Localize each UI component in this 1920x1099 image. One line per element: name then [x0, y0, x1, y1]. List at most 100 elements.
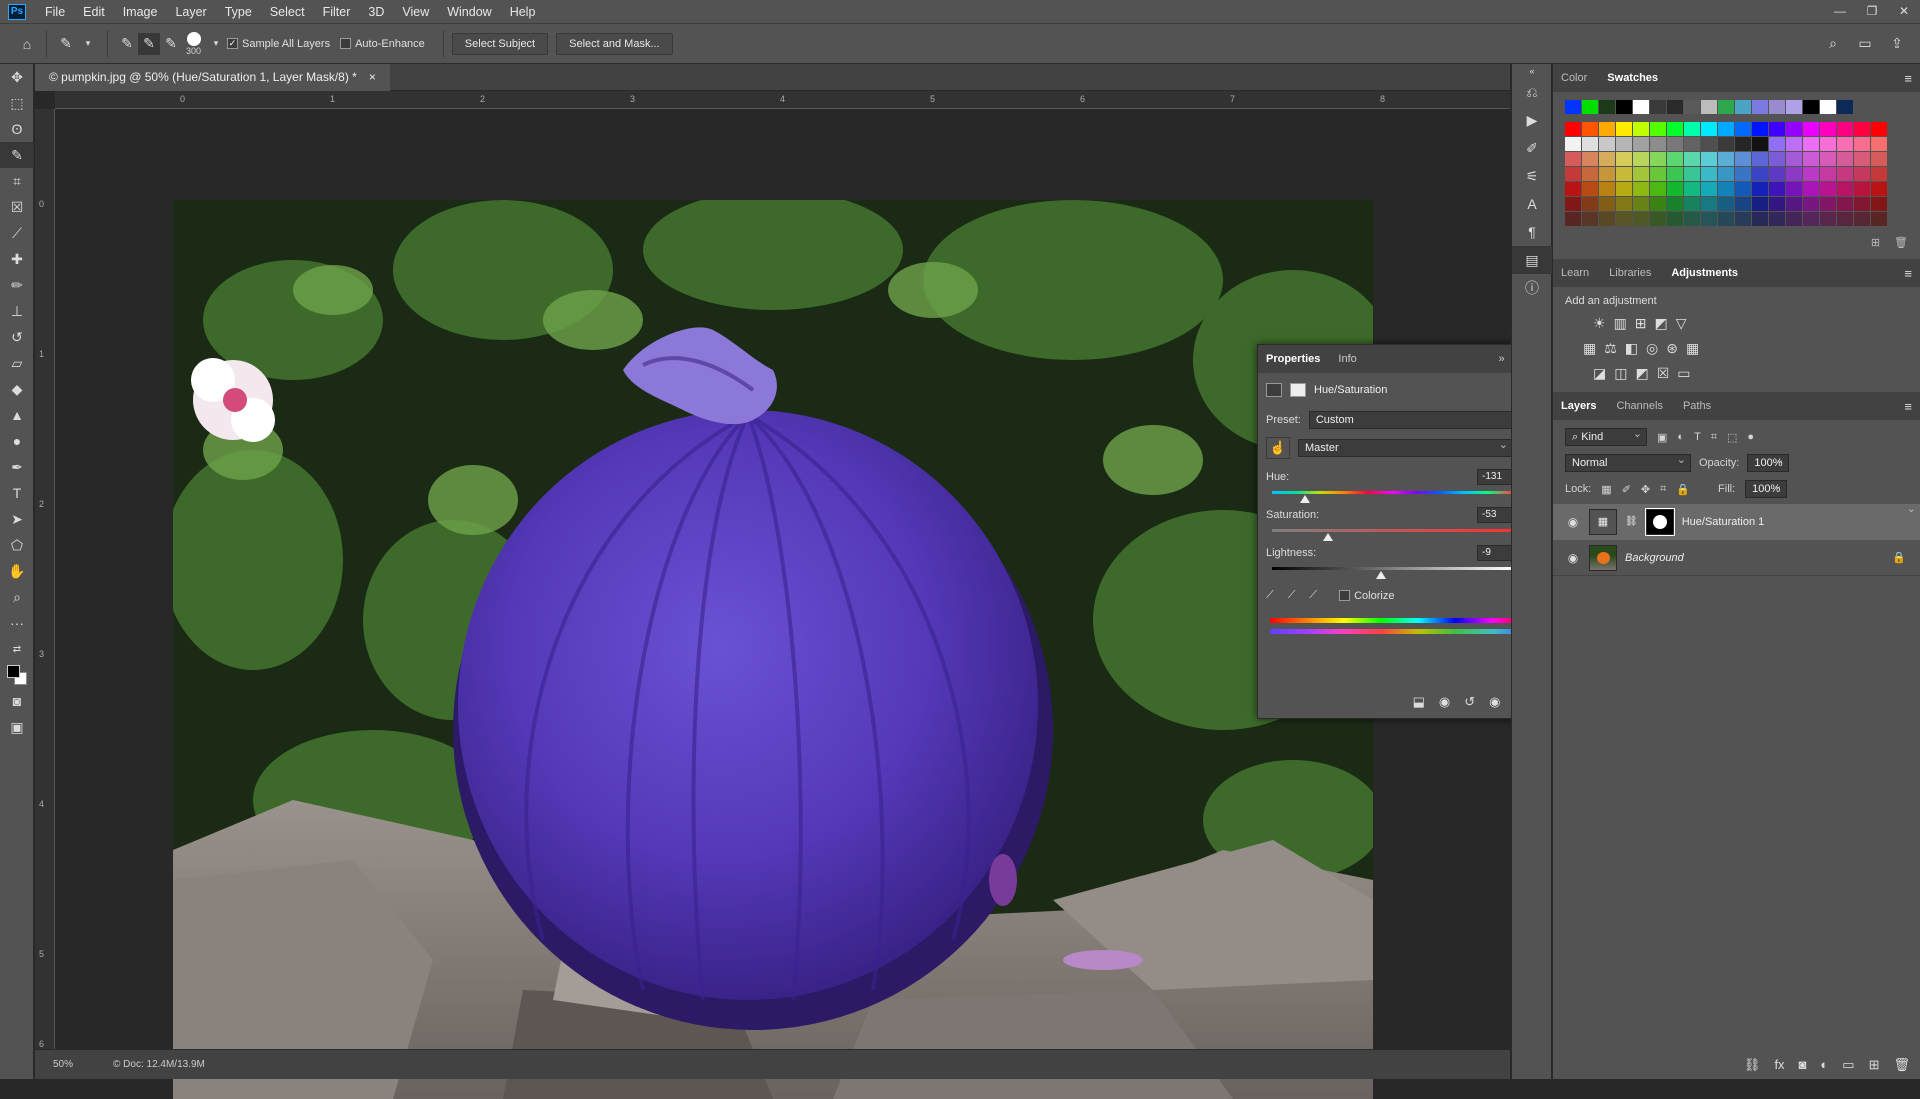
recent-swatch[interactable] [1582, 100, 1598, 114]
swatch[interactable] [1599, 122, 1615, 136]
swatch[interactable] [1854, 212, 1870, 226]
swatch[interactable] [1582, 212, 1598, 226]
properties-panel-icon[interactable]: ▤ [1512, 246, 1552, 274]
swatch[interactable] [1820, 167, 1836, 181]
swatch[interactable] [1871, 182, 1887, 196]
menu-select[interactable]: Select [261, 5, 314, 19]
new-layer-icon[interactable]: ⊞ [1869, 1057, 1880, 1073]
swatch[interactable] [1837, 182, 1853, 196]
swatch[interactable] [1735, 137, 1751, 151]
panel-menu-icon[interactable]: ≡ [1904, 399, 1912, 414]
layer-row-background[interactable]: ◉ Background 🔒 [1553, 540, 1920, 576]
swatch[interactable] [1565, 137, 1581, 151]
recent-swatch[interactable] [1684, 100, 1700, 114]
swatch[interactable] [1837, 167, 1853, 181]
swatch[interactable] [1582, 182, 1598, 196]
swatch[interactable] [1769, 197, 1785, 211]
swatch[interactable] [1752, 182, 1768, 196]
recent-swatch[interactable] [1633, 100, 1649, 114]
threshold-icon[interactable]: ◩ [1635, 365, 1648, 382]
selective-color-icon[interactable]: ☒ [1657, 365, 1670, 382]
layer-name[interactable]: Hue/Saturation 1 [1682, 514, 1765, 530]
menu-image[interactable]: Image [114, 5, 167, 19]
tab-paths[interactable]: Paths [1683, 400, 1711, 412]
swatch[interactable] [1871, 197, 1887, 211]
visibility-eye-icon[interactable]: ◉ [1565, 514, 1581, 530]
select-and-mask-button[interactable]: Select and Mask... [556, 32, 673, 55]
pen-tool-icon[interactable]: ✒ [0, 454, 34, 480]
vertical-ruler[interactable]: 0 1 2 3 4 5 6 [35, 109, 55, 1049]
swatch[interactable] [1718, 212, 1734, 226]
swatch[interactable] [1786, 182, 1802, 196]
swatch[interactable] [1837, 197, 1853, 211]
swatch[interactable] [1599, 197, 1615, 211]
channel-dropdown[interactable]: Master [1298, 437, 1513, 457]
swatch[interactable] [1735, 122, 1751, 136]
home-icon[interactable]: ⌂ [16, 33, 38, 55]
colorize-checkbox[interactable]: Colorize [1339, 590, 1394, 602]
swatch[interactable] [1599, 167, 1615, 181]
menu-type[interactable]: Type [216, 5, 261, 19]
swatch[interactable] [1769, 137, 1785, 151]
swatch[interactable] [1820, 182, 1836, 196]
layer-mask-thumbnail[interactable] [1644, 508, 1675, 536]
swatch[interactable] [1701, 212, 1717, 226]
swatch[interactable] [1599, 182, 1615, 196]
swatch[interactable] [1650, 182, 1666, 196]
quick-selection-tool-preset-icon[interactable]: ✎ [55, 33, 77, 55]
swatch[interactable] [1752, 197, 1768, 211]
black-white-icon[interactable]: ◧ [1625, 340, 1638, 357]
recent-swatch[interactable] [1718, 100, 1734, 114]
curves-icon[interactable]: ⊞ [1635, 315, 1647, 332]
visibility-eye-icon[interactable]: ◉ [1565, 551, 1581, 565]
paragraph-icon[interactable]: ¶ [1512, 218, 1552, 246]
lock-transparent-icon[interactable]: ▦ [1601, 483, 1611, 496]
marquee-tool-icon[interactable]: ⬚ [0, 90, 34, 116]
menu-window[interactable]: Window [438, 5, 500, 19]
recent-swatch[interactable] [1752, 100, 1768, 114]
swatch[interactable] [1599, 137, 1615, 151]
swatch[interactable] [1565, 167, 1581, 181]
swatch[interactable] [1752, 122, 1768, 136]
swatch[interactable] [1786, 137, 1802, 151]
swatch[interactable] [1633, 167, 1649, 181]
pixel-filter-icon[interactable]: ▣ [1657, 431, 1667, 444]
recent-swatch[interactable] [1599, 100, 1615, 114]
swatch[interactable] [1684, 122, 1700, 136]
zoom-level[interactable]: 50% [53, 1059, 73, 1070]
swatch[interactable] [1854, 122, 1870, 136]
swatch[interactable] [1803, 167, 1819, 181]
swatch[interactable] [1837, 212, 1853, 226]
gradient-map-icon[interactable]: ▭ [1677, 365, 1690, 382]
panel-menu-icon[interactable]: ≡ [1904, 266, 1912, 281]
delete-layer-icon[interactable]: 🗑 [1893, 1057, 1910, 1073]
restore-button[interactable]: ❐ [1856, 0, 1888, 23]
swatch[interactable] [1871, 212, 1887, 226]
tab-libraries[interactable]: Libraries [1609, 267, 1651, 279]
swatch[interactable] [1871, 122, 1887, 136]
swatch[interactable] [1735, 152, 1751, 166]
zoom-tool-icon[interactable]: ⌕ [0, 584, 34, 610]
type-tool-icon[interactable]: T [0, 480, 34, 506]
swatch[interactable] [1837, 122, 1853, 136]
swatch[interactable] [1633, 212, 1649, 226]
swatch[interactable] [1854, 152, 1870, 166]
swatch[interactable] [1718, 182, 1734, 196]
posterize-icon[interactable]: ◫ [1614, 365, 1627, 382]
swatch[interactable] [1803, 182, 1819, 196]
recent-swatch[interactable] [1735, 100, 1751, 114]
swatch[interactable] [1820, 197, 1836, 211]
swatch[interactable] [1650, 197, 1666, 211]
fill-input[interactable]: 100% [1745, 478, 1788, 498]
new-group-icon[interactable]: ▭ [1842, 1057, 1854, 1073]
swatch[interactable] [1616, 122, 1632, 136]
saturation-slider-track[interactable] [1272, 529, 1512, 532]
channel-mixer-icon[interactable]: ⊛ [1666, 340, 1678, 357]
recent-swatch[interactable] [1650, 100, 1666, 114]
eyedropper-minus-icon[interactable]: ⟋ [1309, 589, 1317, 602]
swatch[interactable] [1582, 122, 1598, 136]
swatch[interactable] [1650, 152, 1666, 166]
recent-swatch[interactable] [1837, 100, 1853, 114]
swatch[interactable] [1684, 152, 1700, 166]
swatch[interactable] [1871, 137, 1887, 151]
